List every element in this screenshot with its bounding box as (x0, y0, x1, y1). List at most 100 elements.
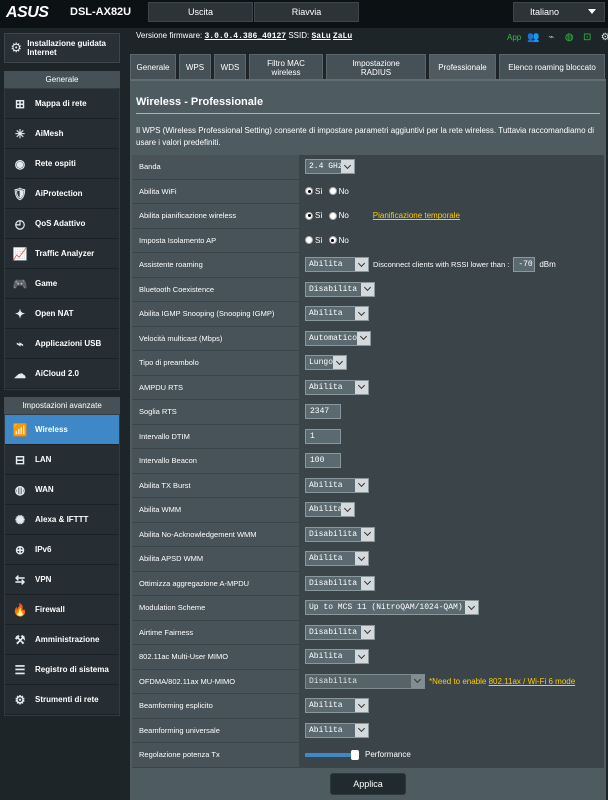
multicast-rate-select[interactable]: Automatico (305, 330, 371, 346)
wmm-select[interactable]: Abilita (305, 502, 355, 518)
sidebar-item-vpn[interactable]: ⇆ VPN (5, 565, 119, 595)
universal-beamforming-select[interactable]: Abilita (305, 722, 369, 738)
roaming-assistant-select[interactable]: Abilita (305, 257, 369, 273)
table-row: Abilita WMM Abilita (132, 498, 604, 523)
tab-general[interactable]: Generale (130, 54, 176, 80)
sidebar-item-lan[interactable]: ⊟ LAN (5, 445, 119, 475)
isolation-yes-radio[interactable]: Sì (305, 236, 323, 245)
tab-professional[interactable]: Professionale (429, 54, 496, 80)
chevron-down-icon (465, 601, 478, 615)
table-row: Assistente roaming Abilita Disconnect cl… (132, 253, 604, 278)
internet-status-icon[interactable]: ◍ (563, 31, 575, 43)
table-row: Ottimizza aggregazione A-MPDU Disabilita (132, 571, 604, 596)
sidebar-item-guest-network[interactable]: ◉ Rete ospiti (5, 149, 119, 179)
time-schedule-link[interactable]: Pianificazione temporale (373, 211, 460, 220)
bt-coexistence-select[interactable]: Disabilita (305, 281, 375, 297)
ofdma-select[interactable]: Disabilita (305, 673, 425, 689)
mu-mimo-select[interactable]: Abilita (305, 649, 369, 665)
chevron-down-icon (355, 258, 368, 272)
chevron-down-icon (357, 331, 370, 345)
schedule-yes-radio[interactable]: Sì (305, 211, 323, 220)
sidebar-item-ipv6[interactable]: ⊕ IPv6 (5, 535, 119, 565)
sidebar-item-aicloud[interactable]: ☁ AiCloud 2.0 (5, 359, 119, 389)
igmp-snooping-select[interactable]: Abilita (305, 306, 369, 322)
logout-button[interactable]: Uscita (148, 2, 253, 22)
beacon-interval-input[interactable]: 100 (305, 453, 341, 469)
firmware-version-link[interactable]: 3.0.0.4.386_40127 (204, 32, 286, 41)
chevron-down-icon (411, 674, 424, 688)
chevron-down-icon (355, 552, 368, 566)
general-section-header: Generale (4, 71, 120, 88)
wmm-noack-select[interactable]: Disabilita (305, 526, 375, 542)
sidebar-item-network-map[interactable]: ⊞ Mappa di rete (5, 89, 119, 119)
preamble-select[interactable]: Lungo (305, 355, 347, 371)
sidebar-item-system-log[interactable]: ☰ Registro di sistema (5, 655, 119, 685)
modulation-scheme-select[interactable]: Up to MCS 11 (NitroQAM/1024-QAM) (305, 600, 479, 616)
rssi-input[interactable]: -70 (513, 257, 536, 273)
rts-threshold-label: Soglia RTS (132, 400, 299, 424)
table-row: Soglia RTS 2347 (132, 400, 604, 425)
sidebar-item-traffic-analyzer[interactable]: 📈 Traffic Analyzer (5, 239, 119, 269)
sidebar-item-aiprotection[interactable]: 🛡 AiProtection (5, 179, 119, 209)
tab-mac-filter[interactable]: Filtro MAC wireless (249, 54, 323, 80)
sidebar-item-wireless[interactable]: 📶 Wireless (5, 415, 119, 445)
usb-status-icon[interactable]: ⌁ (545, 31, 557, 43)
ampdu-rts-select[interactable]: Abilita (305, 379, 369, 395)
slider-fill (305, 752, 355, 757)
table-row: Regolazione potenza Tx Performance (132, 743, 604, 768)
isolation-no-radio[interactable]: No (328, 236, 349, 245)
explicit-beamforming-select[interactable]: Abilita (305, 698, 369, 714)
schedule-no-radio[interactable]: No (328, 211, 349, 220)
bt-coexistence-label: Bluetooth Coexistence (132, 277, 299, 301)
top-bar: ASUS DSL-AX82U Uscita Riavvia Italiano (0, 0, 608, 28)
slider-handle[interactable] (351, 749, 359, 760)
tx-burst-select[interactable]: Abilita (305, 477, 369, 493)
ssid-2[interactable]: ZaLu (333, 32, 352, 41)
sidebar-item-alexa-ifttt[interactable]: ✺ Alexa & IFTTT (5, 505, 119, 535)
sidebar-item-wan[interactable]: ◍ WAN (5, 475, 119, 505)
table-row: Beamforming universale Abilita (132, 718, 604, 743)
chevron-down-icon (355, 699, 368, 713)
network-status-icon[interactable]: ⊡ (581, 31, 593, 43)
ssid-1[interactable]: SaLu (311, 32, 330, 41)
sidebar-item-usb-applications[interactable]: ⌁ Applicazioni USB (5, 329, 119, 359)
sidebar-item-open-nat[interactable]: ✦ Open NAT (5, 299, 119, 329)
tab-radius[interactable]: Impostazione RADIUS (326, 54, 426, 80)
tx-power-slider[interactable] (305, 749, 359, 760)
tab-roaming-block-list[interactable]: Elenco roaming bloccato (499, 54, 605, 80)
wifi6-mode-link[interactable]: 802.11ax / Wi-Fi 6 mode (489, 677, 576, 686)
reboot-button[interactable]: Riavvia (254, 2, 359, 22)
rts-threshold-input[interactable]: 2347 (305, 404, 341, 420)
settings-status-icon[interactable]: ⚙ (599, 31, 608, 43)
guest-network-icon: ◉ (14, 156, 26, 171)
tab-wds[interactable]: WDS (214, 54, 246, 80)
sidebar-item-qos[interactable]: ◴ QoS Adattivo (5, 209, 119, 239)
settings-table: Banda 2.4 GHz Abilita WiFi Sì No Abilita… (132, 155, 604, 768)
app-link[interactable]: App (507, 33, 521, 42)
table-row: Abilita APSD WMM Abilita (132, 547, 604, 572)
wifi-no-radio[interactable]: No (328, 187, 349, 196)
advanced-nav: 📶 Wireless ⊟ LAN ◍ WAN ✺ Alexa & IFTTT ⊕ IPv6… (4, 414, 120, 716)
language-select[interactable]: Italiano (513, 2, 605, 22)
tx-power-value: Performance (365, 750, 411, 760)
sidebar-item-network-tools[interactable]: ⚙ Strumenti di rete (5, 685, 119, 715)
ampdu-aggregation-select[interactable]: Disabilita (305, 575, 375, 591)
explicit-beamforming-label: Beamforming esplicito (132, 694, 299, 718)
tab-wps[interactable]: WPS (179, 54, 211, 80)
sidebar-item-game[interactable]: 🎮 Game (5, 269, 119, 299)
network-map-icon: ⊞ (14, 96, 26, 111)
quick-internet-setup-button[interactable]: ⚙ Installazione guidata Internet (4, 33, 120, 63)
wifi-icon: 📶 (12, 422, 28, 437)
band-select[interactable]: 2.4 GHz (305, 159, 355, 175)
table-row: Banda 2.4 GHz (132, 155, 604, 180)
dtim-interval-input[interactable]: 1 (305, 428, 341, 444)
sidebar-item-aimesh[interactable]: ✳ AiMesh (5, 119, 119, 149)
apply-button[interactable]: Applica (330, 773, 406, 795)
wmm-apsd-select[interactable]: Abilita (305, 551, 369, 567)
users-icon[interactable]: 👥 (527, 31, 539, 43)
sidebar-item-administration[interactable]: ⚒ Amministrazione (5, 625, 119, 655)
sidebar-item-firewall[interactable]: 🔥 Firewall (5, 595, 119, 625)
wifi-yes-radio[interactable]: Sì (305, 187, 323, 196)
gamepad-icon: 🎮 (12, 276, 28, 291)
airtime-fairness-select[interactable]: Disabilita (305, 624, 375, 640)
